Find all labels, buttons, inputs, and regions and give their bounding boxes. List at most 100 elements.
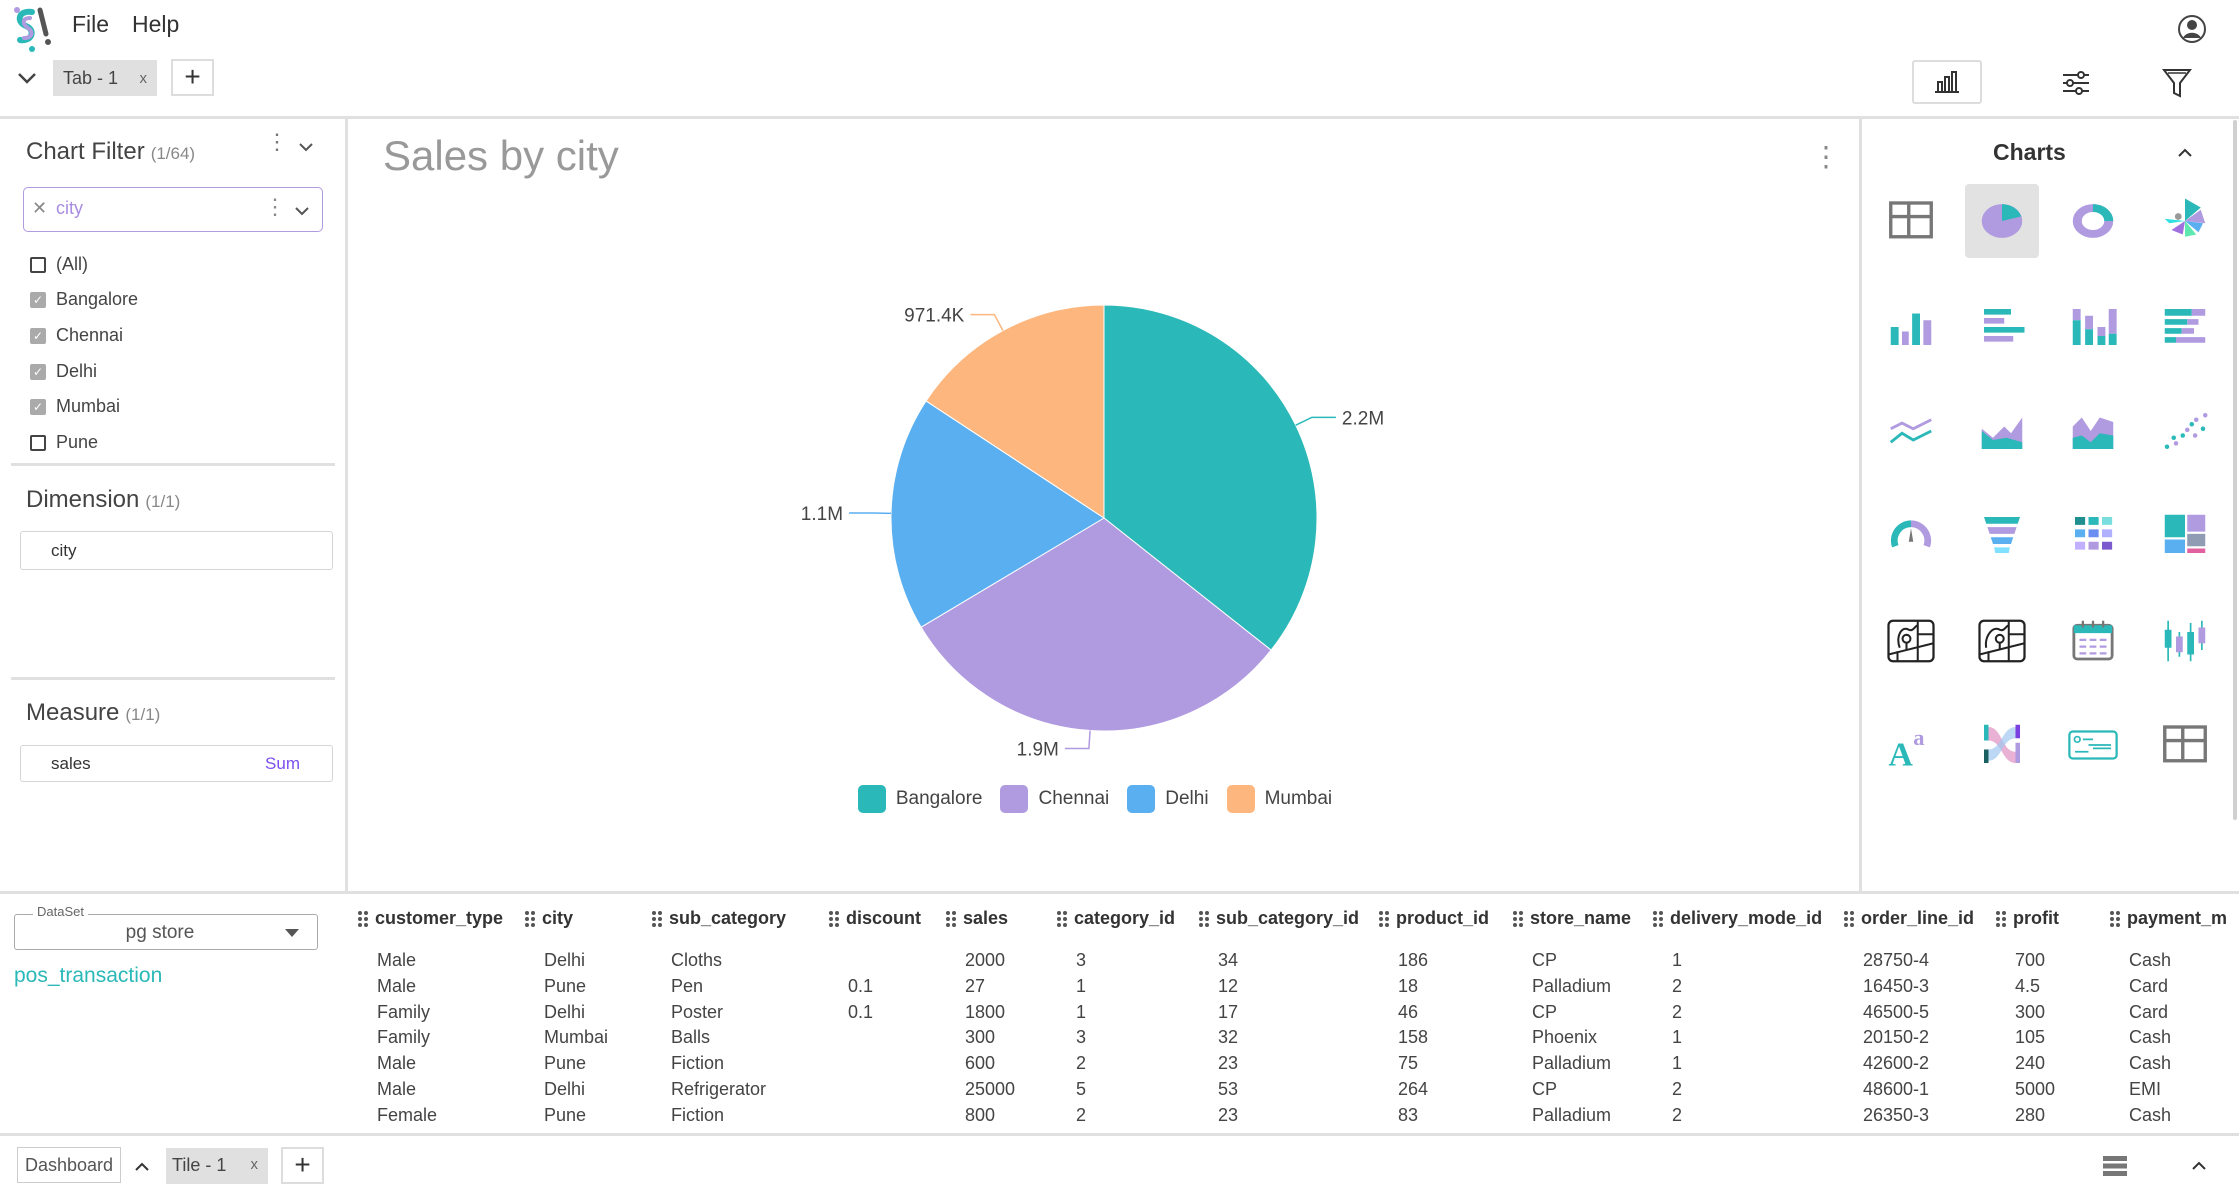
legend-item[interactable]: Bangalore [857, 785, 982, 813]
chart-type-stacked-bar[interactable] [2056, 290, 2130, 364]
column-header-payment_m[interactable]: payment_m [2109, 908, 2227, 929]
column-header-city[interactable]: city [524, 908, 573, 929]
legend-item[interactable]: Mumbai [1226, 785, 1332, 813]
charts-panel-scrollbar[interactable] [2233, 120, 2237, 820]
chart-filter-collapse-icon[interactable] [298, 140, 314, 158]
column-header-category_id[interactable]: category_id [1056, 908, 1175, 929]
chart-type-map[interactable] [1874, 604, 1948, 678]
column-header-store_name[interactable]: store_name [1512, 908, 1631, 929]
menu-list-icon[interactable] [2103, 1155, 2127, 1182]
tile-close-button[interactable]: x [251, 1156, 259, 1173]
chart-type-stacked-hbar[interactable] [2148, 290, 2222, 364]
column-header-customer_type[interactable]: customer_type [357, 908, 503, 929]
checkbox-checked[interactable]: ✓ [30, 327, 46, 344]
menu-help[interactable]: Help [132, 11, 179, 38]
legend-item[interactable]: Chennai [1000, 785, 1109, 813]
menu-file[interactable]: File [72, 11, 109, 38]
dashboard-expand-icon[interactable] [134, 1160, 150, 1178]
column-header-profit[interactable]: profit [1995, 908, 2059, 929]
chart-type-card[interactable] [2056, 708, 2130, 782]
tabs-chevron-down-icon[interactable] [16, 70, 38, 91]
column-header-sub_category[interactable]: sub_category [651, 908, 786, 929]
chart-type-calendar[interactable] [2056, 604, 2130, 678]
dimension-field[interactable]: city [20, 531, 333, 570]
drag-handle-icon[interactable] [828, 910, 840, 928]
drag-handle-icon[interactable] [1378, 910, 1390, 928]
drag-handle-icon[interactable] [1843, 910, 1855, 928]
chart-type-sankey[interactable] [1965, 708, 2039, 782]
column-header-product_id[interactable]: product_id [1378, 908, 1489, 929]
chart-filter-more-icon[interactable]: ⋮ [266, 131, 288, 153]
chart-type-area[interactable] [1965, 394, 2039, 468]
filter-option[interactable]: (All) [30, 254, 88, 275]
panel-expand-icon[interactable] [2191, 1159, 2207, 1177]
chart-type-stacked-area[interactable] [2056, 394, 2130, 468]
filter-field-more-icon[interactable]: ⋮ [264, 194, 286, 220]
drag-handle-icon[interactable] [651, 910, 663, 928]
drag-handle-icon[interactable] [1056, 910, 1068, 928]
table-cell: 1 [1076, 1001, 1087, 1022]
column-header-order_line_id[interactable]: order_line_id [1843, 908, 1974, 929]
add-tile-button[interactable]: + [281, 1147, 324, 1184]
checkbox-checked[interactable]: ✓ [30, 291, 46, 308]
chart-type-bar[interactable] [1874, 290, 1948, 364]
settings-sliders-icon[interactable] [2061, 70, 2091, 101]
chart-type-candlestick[interactable] [2148, 604, 2222, 678]
dataset-table-link[interactable]: pos_transaction [14, 964, 162, 988]
tab-1[interactable]: Tab - 1 x [53, 60, 157, 96]
column-header-sub_category_id[interactable]: sub_category_id [1198, 908, 1359, 929]
tile-1-tab[interactable]: Tile - 1 x [166, 1148, 268, 1184]
chart-type-scatter[interactable] [2148, 394, 2222, 468]
chart-type-hbar[interactable] [1965, 290, 2039, 364]
checkbox-unchecked[interactable] [30, 434, 46, 451]
chart-type-map-alt[interactable] [1965, 604, 2039, 678]
drag-handle-icon[interactable] [1995, 910, 2007, 928]
measure-field[interactable]: sales Sum [20, 745, 333, 782]
filter-option[interactable]: ✓ Delhi [30, 361, 97, 382]
user-account-icon[interactable] [2177, 14, 2207, 49]
column-header-label: customer_type [375, 908, 504, 928]
dataset-select[interactable]: DataSet pg store [14, 904, 318, 950]
checkbox-checked[interactable]: ✓ [30, 363, 46, 380]
chart-type-line[interactable] [1874, 394, 1948, 468]
column-header-delivery_mode_id[interactable]: delivery_mode_id [1652, 908, 1822, 929]
checkbox-checked[interactable]: ✓ [30, 398, 46, 415]
filter-option[interactable]: ✓ Mumbai [30, 396, 120, 417]
chart-type-heatmap[interactable] [2056, 498, 2130, 572]
drag-handle-icon[interactable] [2109, 910, 2121, 928]
filter-field-box[interactable]: ✕ city ⋮ [23, 187, 323, 232]
filter-field-chevron-icon[interactable] [294, 204, 310, 222]
drag-handle-icon[interactable] [357, 910, 369, 928]
column-header-discount[interactable]: discount [828, 908, 921, 929]
column-header-label: sub_category [669, 908, 787, 928]
chart-type-text[interactable]: Aa [1874, 708, 1948, 782]
filter-option[interactable]: ✓ Chennai [30, 325, 123, 346]
chart-type-table[interactable] [1874, 184, 1948, 258]
add-tab-button[interactable]: + [171, 59, 214, 96]
filter-option[interactable]: Pune [30, 432, 98, 453]
dashboard-button[interactable]: Dashboard [17, 1147, 121, 1183]
drag-handle-icon[interactable] [1512, 910, 1524, 928]
remove-filter-icon[interactable]: ✕ [32, 198, 47, 219]
chart-view-button[interactable] [1912, 60, 1982, 104]
chart-type-treemap[interactable] [2148, 498, 2222, 572]
chart-type-pivot-table[interactable] [2148, 708, 2222, 782]
legend-item[interactable]: Delhi [1127, 785, 1209, 813]
chart-type-rose[interactable] [2148, 184, 2222, 258]
column-header-sales[interactable]: sales [945, 908, 1008, 929]
chart-type-funnel[interactable] [1965, 498, 2039, 572]
drag-handle-icon[interactable] [945, 910, 957, 928]
table-cell: 2 [1672, 1104, 1683, 1125]
measure-aggregation[interactable]: Sum [265, 754, 300, 774]
drag-handle-icon[interactable] [1652, 910, 1664, 928]
charts-panel-collapse-icon[interactable] [2177, 146, 2193, 164]
tab-close-button[interactable]: x [140, 70, 148, 87]
drag-handle-icon[interactable] [524, 910, 536, 928]
chart-type-gauge[interactable] [1874, 498, 1948, 572]
chart-type-pie[interactable] [1965, 184, 2039, 258]
checkbox-unchecked[interactable] [30, 256, 46, 273]
filter-icon[interactable] [2161, 67, 2193, 104]
filter-option[interactable]: ✓ Bangalore [30, 289, 138, 310]
drag-handle-icon[interactable] [1198, 910, 1210, 928]
chart-type-donut[interactable] [2056, 184, 2130, 258]
